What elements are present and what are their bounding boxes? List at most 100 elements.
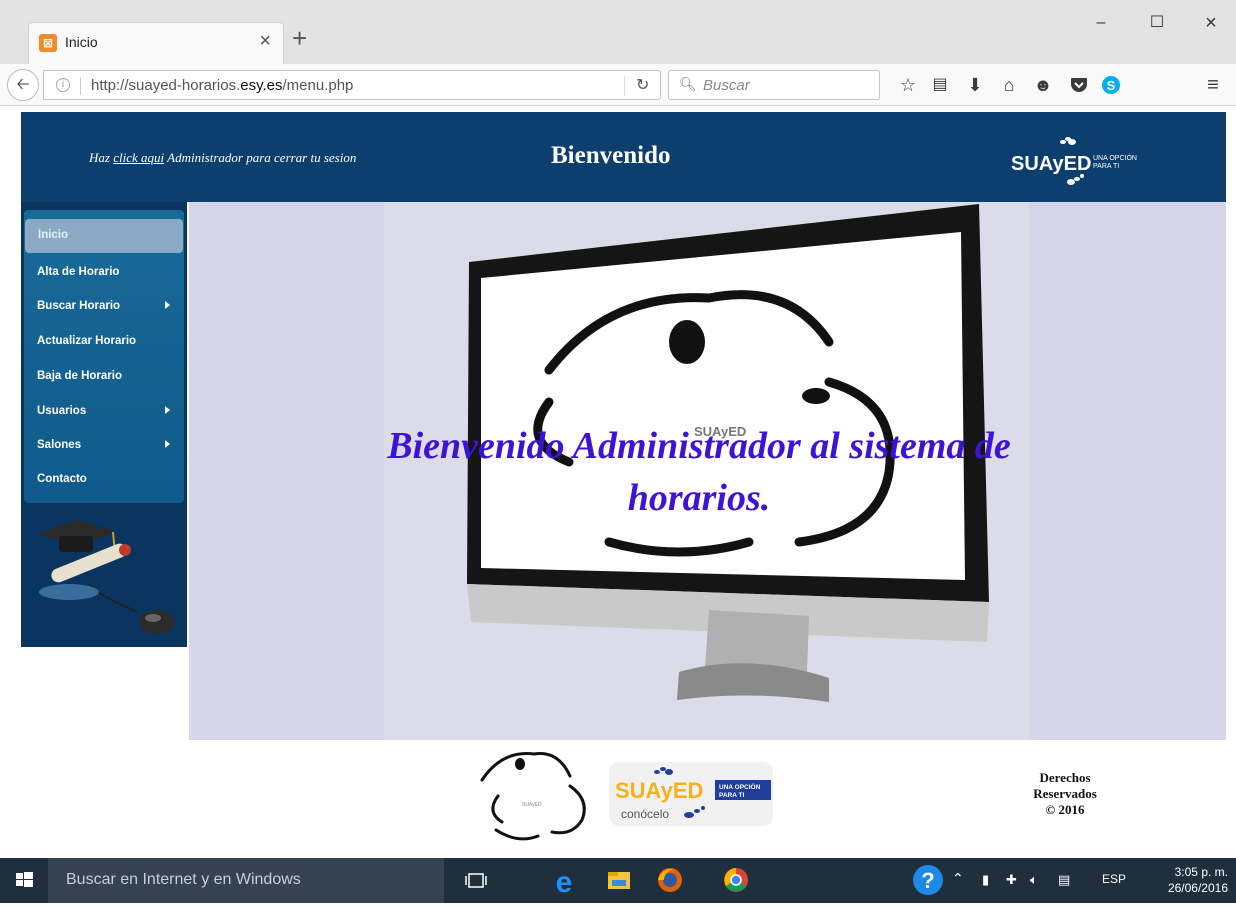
- task-view-icon[interactable]: [456, 862, 496, 899]
- suayed-logo: SUAyED UNA OPCIÓN PARA TI: [1011, 137, 1137, 185]
- url-path: /menu.php: [282, 77, 354, 94]
- file-explorer-icon[interactable]: [598, 862, 638, 899]
- tab-title: Inicio: [65, 34, 98, 50]
- url-domain: esy.es: [240, 77, 283, 94]
- back-arrow-icon[interactable]: 🡠: [7, 69, 39, 101]
- footer-logo-cta: conócelo: [621, 807, 669, 821]
- taskbar-search-box[interactable]: Buscar en Internet y en Windows: [48, 858, 444, 903]
- language-indicator[interactable]: ESP: [1102, 872, 1126, 886]
- web-page: Haz click aqui Administrador para cerrar…: [0, 106, 1236, 858]
- bookmark-star-icon[interactable]: ☆: [895, 73, 921, 97]
- browser-tab-bar: ⊠ Inicio × + – ☐ ×: [0, 0, 1236, 64]
- url-separator: [80, 77, 81, 95]
- url-prefix: http://suayed-horarios.: [91, 77, 241, 94]
- search-bar[interactable]: 🔍︎ Buscar: [668, 70, 880, 100]
- header-logo-tagline-2: PARA TI: [1093, 163, 1119, 170]
- page-title: Bienvenido: [551, 142, 671, 169]
- logout-link[interactable]: click aqui: [113, 150, 164, 165]
- rights-line-1: Derechos: [1039, 770, 1091, 785]
- notifications-icon[interactable]: ▤: [1058, 872, 1070, 888]
- rights-line-2: Reservados: [1033, 786, 1097, 801]
- welcome-banner: SUAyED Bienvenido Administrador al siste…: [189, 202, 1226, 740]
- browser-tab[interactable]: ⊠ Inicio ×: [28, 22, 284, 64]
- clock-date: 26/06/2016: [1167, 881, 1228, 895]
- firefox-icon[interactable]: [650, 862, 690, 899]
- menu-item-label: Usuarios: [37, 405, 87, 417]
- menu-item-baja-de-horario[interactable]: Baja de Horario: [24, 360, 184, 394]
- svg-text:?: ?: [921, 868, 934, 893]
- logout-suffix: Administrador para cerrar tu sesion: [164, 150, 357, 165]
- menu-item-label: Buscar Horario: [37, 300, 121, 312]
- close-icon[interactable]: ×: [1188, 8, 1234, 38]
- url-divider: [624, 76, 625, 96]
- header-logo-tagline-1: UNA OPCIÓN: [1093, 153, 1137, 162]
- wifi-icon[interactable]: ✚: [1006, 872, 1017, 888]
- windows-start-icon[interactable]: [0, 858, 48, 903]
- help-icon[interactable]: ?: [908, 862, 948, 899]
- system-clock[interactable]: 3:05 p. m. 26/06/2016: [1168, 864, 1228, 896]
- menu-icon[interactable]: ≡: [1200, 73, 1226, 97]
- menu-item-salones[interactable]: Salones: [24, 429, 184, 463]
- tab-close-icon[interactable]: ×: [259, 30, 271, 53]
- nav-menu: Inicio Alta de Horario Buscar Horario Ac…: [24, 210, 184, 503]
- menu-item-label: Alta de Horario: [37, 266, 120, 278]
- xampp-favicon-icon: ⊠: [39, 34, 57, 52]
- download-icon[interactable]: ⬇: [962, 73, 988, 97]
- site-footer: SUAyED SUAyED UNA OPCIÓN PARA TI conócel…: [0, 740, 1236, 858]
- menu-item-alta-de-horario[interactable]: Alta de Horario: [24, 256, 184, 290]
- menu-item-label: Inicio: [38, 229, 69, 241]
- url-bar[interactable]: i http://suayed-horarios.esy.es/menu.php…: [43, 70, 661, 100]
- copyright-notice: Derechos Reservados © 2016: [1010, 770, 1120, 818]
- menu-item-usuarios[interactable]: Usuarios: [24, 395, 184, 429]
- minimize-icon[interactable]: –: [1078, 8, 1124, 38]
- reading-list-icon[interactable]: ▤: [927, 73, 953, 97]
- url-text[interactable]: http://suayed-horarios.esy.es/menu.php: [91, 77, 353, 94]
- pocket-icon[interactable]: [1066, 73, 1092, 97]
- footer-logo-tagline-2: PARA TI: [719, 792, 744, 799]
- logout-message: Haz click aqui Administrador para cerrar…: [89, 150, 356, 166]
- menu-item-label: Contacto: [37, 473, 87, 485]
- search-placeholder: Buscar: [703, 77, 750, 94]
- site-header: Haz click aqui Administrador para cerrar…: [21, 112, 1226, 202]
- windows-taskbar: Buscar en Internet y en Windows e ? ⌃ ▮ …: [0, 858, 1236, 903]
- browser-nav-bar: 🡠 i http://suayed-horarios.esy.es/menu.p…: [0, 64, 1236, 106]
- menu-item-inicio[interactable]: Inicio: [25, 219, 183, 253]
- edge-browser-icon[interactable]: e: [544, 862, 584, 899]
- menu-item-buscar-horario[interactable]: Buscar Horario: [24, 290, 184, 324]
- new-tab-icon[interactable]: +: [292, 25, 307, 51]
- header-logo-text: SUAyED: [1011, 153, 1091, 175]
- svg-text:e: e: [556, 866, 573, 899]
- home-icon[interactable]: ⌂: [996, 73, 1022, 97]
- show-hidden-icons[interactable]: ⌃: [952, 870, 964, 887]
- maximize-icon[interactable]: ☐: [1134, 8, 1180, 38]
- footer-logo-text: SUAyED: [615, 778, 703, 803]
- svg-text:SUAyED: SUAyED: [522, 802, 542, 808]
- sidebar: Inicio Alta de Horario Buscar Horario Ac…: [21, 202, 187, 647]
- reload-icon[interactable]: ↻: [636, 75, 649, 95]
- submenu-arrow-icon: [165, 301, 170, 309]
- rights-line-3: © 2016: [1045, 802, 1085, 817]
- clock-time: 3:05 p. m.: [1174, 865, 1228, 879]
- graduation-mouse-illustration: [37, 520, 175, 634]
- puma-mascot-icon: SUAyED: [480, 751, 586, 841]
- taskbar-search-placeholder: Buscar en Internet y en Windows: [66, 871, 301, 888]
- mouse-icon: [669, 320, 705, 364]
- svg-text:S: S: [1107, 78, 1116, 93]
- submenu-arrow-icon: [165, 406, 170, 414]
- logout-prefix: Haz: [89, 150, 114, 165]
- search-icon: 🔍︎: [679, 76, 697, 92]
- footer-logo-tagline-1: UNA OPCIÓN: [719, 782, 761, 791]
- welcome-message: Bienvenido Administrador al sistema de h…: [387, 425, 1011, 519]
- menu-item-label: Baja de Horario: [37, 370, 122, 382]
- menu-item-contacto[interactable]: Contacto: [24, 463, 184, 497]
- volume-icon[interactable]: 🔈︎: [1030, 872, 1038, 888]
- chrome-icon[interactable]: [716, 862, 756, 899]
- menu-item-label: Actualizar Horario: [37, 335, 137, 347]
- suayed-conocelo-logo: SUAyED UNA OPCIÓN PARA TI conócelo: [609, 762, 773, 826]
- chat-icon[interactable]: ☻: [1030, 73, 1056, 97]
- info-icon[interactable]: i: [56, 78, 70, 92]
- battery-icon[interactable]: ▮: [982, 872, 989, 888]
- menu-item-actualizar-horario[interactable]: Actualizar Horario: [24, 325, 184, 359]
- skype-icon[interactable]: S: [1098, 73, 1124, 97]
- submenu-arrow-icon: [165, 440, 170, 448]
